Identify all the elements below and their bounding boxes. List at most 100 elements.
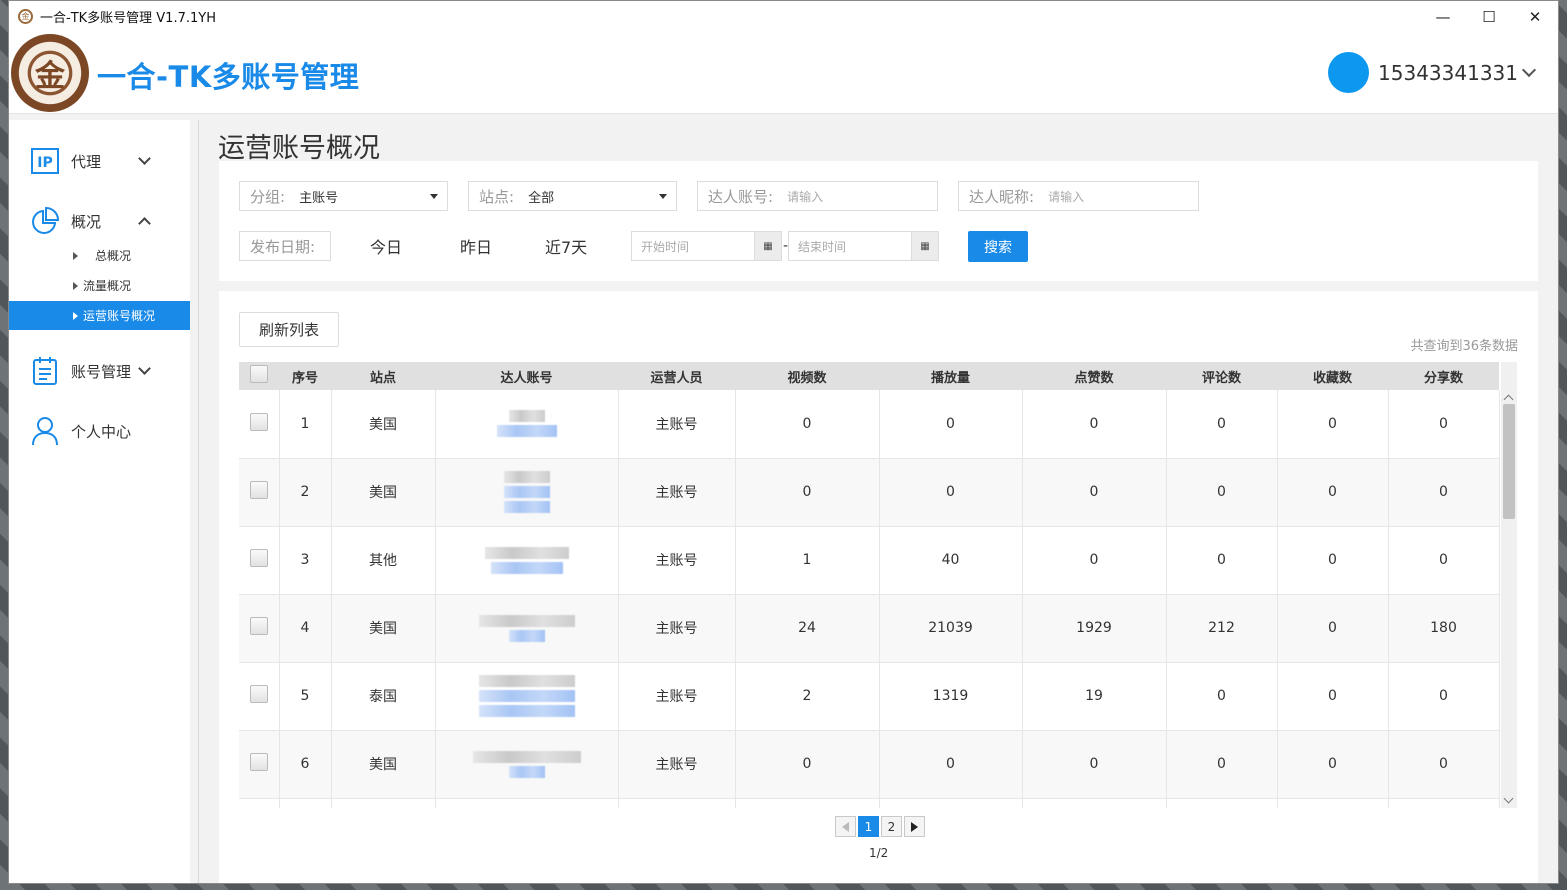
select-all-cell[interactable] [239, 362, 279, 390]
cell-favorites: 0 [1277, 526, 1389, 595]
sidebar-subitem-operation-overview[interactable]: 运营账号概况 [9, 301, 190, 330]
svg-text:IP: IP [37, 155, 52, 171]
username[interactable]: 15343341331 [1378, 61, 1518, 85]
table-row[interactable]: 3 其他 主账号 1 40 0 0 0 0 [239, 526, 1500, 595]
row-select-cell[interactable] [239, 798, 280, 808]
page-button-1[interactable]: 1 [858, 816, 879, 837]
end-date-input[interactable]: 结束时间 ▦ [788, 231, 939, 261]
blurred-account [496, 410, 557, 438]
quick-today-button[interactable]: 今日 [370, 234, 402, 258]
page-button-2[interactable]: 2 [881, 816, 902, 837]
sidebar-item-overview[interactable]: 概况 [9, 201, 190, 241]
row-select-cell[interactable] [239, 730, 280, 799]
table-row[interactable]: 1 美国 主账号 0 0 0 0 0 0 [239, 390, 1500, 459]
cell-comments: 0 [1166, 526, 1278, 595]
group-label: 分组: [250, 187, 286, 206]
calendar-icon[interactable]: ▦ [911, 232, 938, 260]
cell-plays: 21039 [879, 594, 1023, 663]
row-select-cell[interactable] [239, 526, 280, 595]
minimize-button[interactable]: — [1420, 1, 1466, 32]
page-info: 1/2 [869, 846, 889, 860]
cell-operator: 主账号 [618, 594, 736, 663]
scroll-up-icon[interactable] [1503, 394, 1514, 405]
cell-shares: 0 [1388, 458, 1500, 527]
site-value: 全部 [528, 190, 555, 206]
row-select-cell[interactable] [239, 662, 280, 731]
sidebar-item-proxy[interactable]: IP 代理 [9, 141, 190, 181]
search-button[interactable]: 搜索 [968, 231, 1028, 262]
cell-comments: 212 [1166, 594, 1278, 663]
refresh-list-button[interactable]: 刷新列表 [239, 312, 339, 347]
blurred-account [503, 471, 550, 513]
column-header: 评论数 [1166, 362, 1277, 390]
table-row[interactable]: 6 美国 主账号 0 0 0 0 0 0 [239, 730, 1500, 799]
table-panel: 刷新列表 共查询到36条数据 序号 站点 达人账号 运营人员 视频数 播放量 点… [219, 291, 1538, 883]
cell-account [435, 526, 619, 595]
quick-7days-button[interactable]: 近7天 [545, 234, 587, 258]
cell-site: 美国 [331, 730, 436, 799]
app-window: 金 一合-TK多账号管理 V1.7.1YH — ☐ ✕ 金 一合-TK多账号管理… [8, 0, 1559, 884]
chevron-down-icon[interactable] [1521, 62, 1537, 77]
sidebar-subitem-traffic-overview[interactable]: 流量概况 [9, 271, 190, 300]
row-checkbox[interactable] [249, 617, 268, 635]
user-menu[interactable]: 15343341331 [1328, 52, 1537, 93]
sidebar-item-account-management[interactable]: 账号管理 [9, 351, 190, 391]
chevron-down-icon[interactable] [138, 152, 151, 165]
cell-account [435, 390, 619, 459]
table-row[interactable]: 2 美国 主账号 0 0 0 0 0 0 [239, 458, 1500, 527]
row-select-cell[interactable] [239, 390, 280, 459]
maximize-button[interactable]: ☐ [1466, 1, 1512, 32]
table-row[interactable]: 4 美国 主账号 24 21039 1929 212 0 180 [239, 594, 1500, 663]
cell-no: 1 [279, 390, 332, 459]
select-all-checkbox[interactable] [250, 365, 268, 383]
group-select[interactable]: 分组: 主账号 [239, 181, 448, 211]
row-checkbox[interactable] [249, 549, 268, 567]
table-row[interactable] [239, 798, 1500, 808]
row-checkbox[interactable] [249, 412, 268, 431]
chevron-up-icon[interactable] [138, 217, 151, 230]
cell-favorites: 0 [1277, 390, 1389, 459]
row-select-cell[interactable] [239, 458, 280, 527]
main-content: 运营账号概况 分组: 主账号 站点: 全部 达人账号: 请输入 达人昵称: 请输… [198, 120, 1558, 883]
ip-icon: IP [30, 146, 60, 176]
start-date-input[interactable]: 开始时间 ▦ [631, 231, 782, 261]
site-select[interactable]: 站点: 全部 [468, 181, 677, 211]
cell-likes: 19 [1022, 662, 1167, 731]
sidebar-item-label: 代理 [71, 152, 102, 171]
sidebar-subitem-total-overview[interactable]: 总概况 [9, 241, 190, 270]
calendar-icon[interactable]: ▦ [754, 232, 781, 260]
cell-likes: 0 [1022, 730, 1167, 799]
column-header: 序号 [279, 362, 331, 390]
title-bar: 金 一合-TK多账号管理 V1.7.1YH — ☐ ✕ [9, 1, 1558, 32]
scroll-down-icon[interactable] [1503, 793, 1514, 804]
quick-yesterday-button[interactable]: 昨日 [460, 234, 492, 258]
table-row[interactable]: 5 泰国 主账号 2 1319 19 0 0 0 [239, 662, 1500, 731]
close-button[interactable]: ✕ [1512, 1, 1558, 32]
chevron-down-icon[interactable] [138, 362, 151, 375]
sidebar-item-personal-center[interactable]: 个人中心 [9, 411, 190, 451]
row-select-cell[interactable] [239, 594, 280, 663]
avatar[interactable] [1328, 52, 1370, 93]
cell-operator: 主账号 [618, 526, 736, 595]
caret-right-icon [73, 281, 78, 290]
cell-favorites: 0 [1277, 458, 1389, 527]
prev-page-button[interactable] [835, 816, 856, 837]
cell-account [435, 730, 619, 799]
nickname-input[interactable]: 达人昵称: 请输入 [958, 181, 1199, 211]
scroll-thumb[interactable] [1503, 404, 1515, 519]
column-header: 分享数 [1388, 362, 1499, 390]
table-scrollbar[interactable] [1501, 362, 1517, 808]
next-page-button[interactable] [904, 816, 925, 837]
cell-comments: 0 [1166, 458, 1278, 527]
app-title: 一合-TK多账号管理 [97, 60, 360, 94]
total-count: 共查询到36条数据 [1410, 339, 1518, 354]
cell-favorites: 0 [1277, 730, 1389, 799]
row-checkbox[interactable] [249, 753, 268, 771]
app-logo: 金 [11, 34, 89, 112]
row-checkbox[interactable] [249, 685, 268, 703]
cell-operator: 主账号 [618, 390, 736, 459]
account-input[interactable]: 达人账号: 请输入 [697, 181, 938, 211]
start-date-placeholder: 开始时间 [641, 239, 690, 254]
row-checkbox[interactable] [249, 481, 268, 499]
cell-comments: 0 [1166, 390, 1278, 459]
